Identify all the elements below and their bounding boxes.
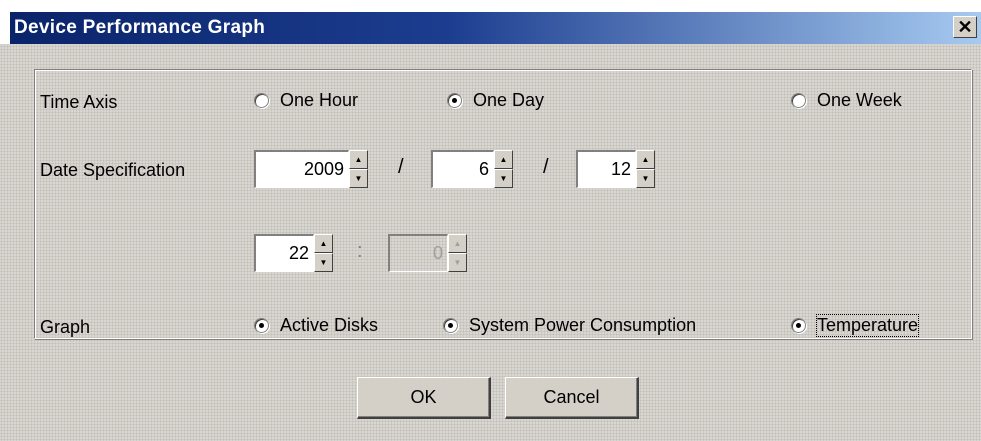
radio-one-hour[interactable]: One Hour xyxy=(254,90,358,111)
chevron-up-icon: ▲ xyxy=(499,155,508,164)
radio-system-power[interactable]: System Power Consumption xyxy=(443,315,696,336)
dialog-window: Device Performance Graph ✕ Time Axis One… xyxy=(0,0,981,441)
year-up-button[interactable]: ▲ xyxy=(349,150,368,169)
radio-active-disks-circle xyxy=(254,318,269,333)
radio-one-week-circle xyxy=(791,93,806,108)
day-spinner: 12 ▲ ▼ xyxy=(576,150,655,188)
cancel-button[interactable]: Cancel xyxy=(505,377,639,419)
radio-system-power-label: System Power Consumption xyxy=(469,315,697,335)
date-separator-1: / xyxy=(398,156,404,178)
radio-one-week[interactable]: One Week xyxy=(791,90,902,111)
radio-one-day[interactable]: One Day xyxy=(447,90,544,111)
radio-temperature-label: Temperature xyxy=(815,314,920,337)
radio-system-power-circle xyxy=(443,318,458,333)
chevron-down-icon: ▼ xyxy=(354,174,363,183)
chevron-down-icon: ▼ xyxy=(319,258,328,267)
window-title: Device Performance Graph xyxy=(14,17,266,38)
month-spin-buttons: ▲ ▼ xyxy=(494,150,513,188)
minute-spin-buttons: ▲ ▼ xyxy=(448,234,467,272)
chevron-up-icon: ▲ xyxy=(453,239,462,248)
radio-one-day-label: One Day xyxy=(473,90,545,110)
radio-temperature[interactable]: Temperature xyxy=(791,314,920,337)
date-spec-label: Date Specification xyxy=(40,160,186,180)
ok-button[interactable]: OK xyxy=(357,377,491,419)
graph-label: Graph xyxy=(40,317,91,337)
month-down-button[interactable]: ▼ xyxy=(494,169,513,188)
radio-one-week-label: One Week xyxy=(817,90,902,110)
minute-field: 0 xyxy=(388,234,448,272)
day-spin-buttons: ▲ ▼ xyxy=(636,150,655,188)
radio-one-hour-circle xyxy=(254,93,269,108)
radio-one-hour-label: One Hour xyxy=(280,90,359,110)
chevron-down-icon: ▼ xyxy=(453,258,462,267)
minute-spinner: 0 ▲ ▼ xyxy=(388,234,467,272)
chevron-up-icon: ▲ xyxy=(319,239,328,248)
year-spinner: 2009 ▲ ▼ xyxy=(254,150,368,188)
close-button[interactable]: ✕ xyxy=(953,16,977,38)
chevron-down-icon: ▼ xyxy=(641,174,650,183)
day-up-button[interactable]: ▲ xyxy=(636,150,655,169)
chevron-up-icon: ▲ xyxy=(641,155,650,164)
hour-up-button[interactable]: ▲ xyxy=(314,234,333,253)
month-spinner: 6 ▲ ▼ xyxy=(431,150,513,188)
day-field[interactable]: 12 xyxy=(576,150,636,188)
hour-field[interactable]: 22 xyxy=(254,234,314,272)
hour-spin-buttons: ▲ ▼ xyxy=(314,234,333,272)
year-spin-buttons: ▲ ▼ xyxy=(349,150,368,188)
close-icon: ✕ xyxy=(957,17,973,37)
year-down-button[interactable]: ▼ xyxy=(349,169,368,188)
date-separator-2: / xyxy=(543,156,549,178)
radio-active-disks[interactable]: Active Disks xyxy=(254,315,378,336)
month-up-button[interactable]: ▲ xyxy=(494,150,513,169)
minute-up-button: ▲ xyxy=(448,234,467,253)
time-axis-label: Time Axis xyxy=(40,92,118,112)
day-down-button[interactable]: ▼ xyxy=(636,169,655,188)
hour-down-button[interactable]: ▼ xyxy=(314,253,333,272)
title-bar: Device Performance Graph ✕ xyxy=(0,0,981,44)
month-field[interactable]: 6 xyxy=(431,150,494,188)
hour-spinner: 22 ▲ ▼ xyxy=(254,234,333,272)
time-separator: : xyxy=(357,240,363,262)
chevron-up-icon: ▲ xyxy=(354,155,363,164)
year-field[interactable]: 2009 xyxy=(254,150,349,188)
radio-one-day-circle xyxy=(447,93,462,108)
minute-down-button: ▼ xyxy=(448,253,467,272)
radio-active-disks-label: Active Disks xyxy=(280,315,379,335)
radio-temperature-circle xyxy=(791,318,806,333)
chevron-down-icon: ▼ xyxy=(499,174,508,183)
